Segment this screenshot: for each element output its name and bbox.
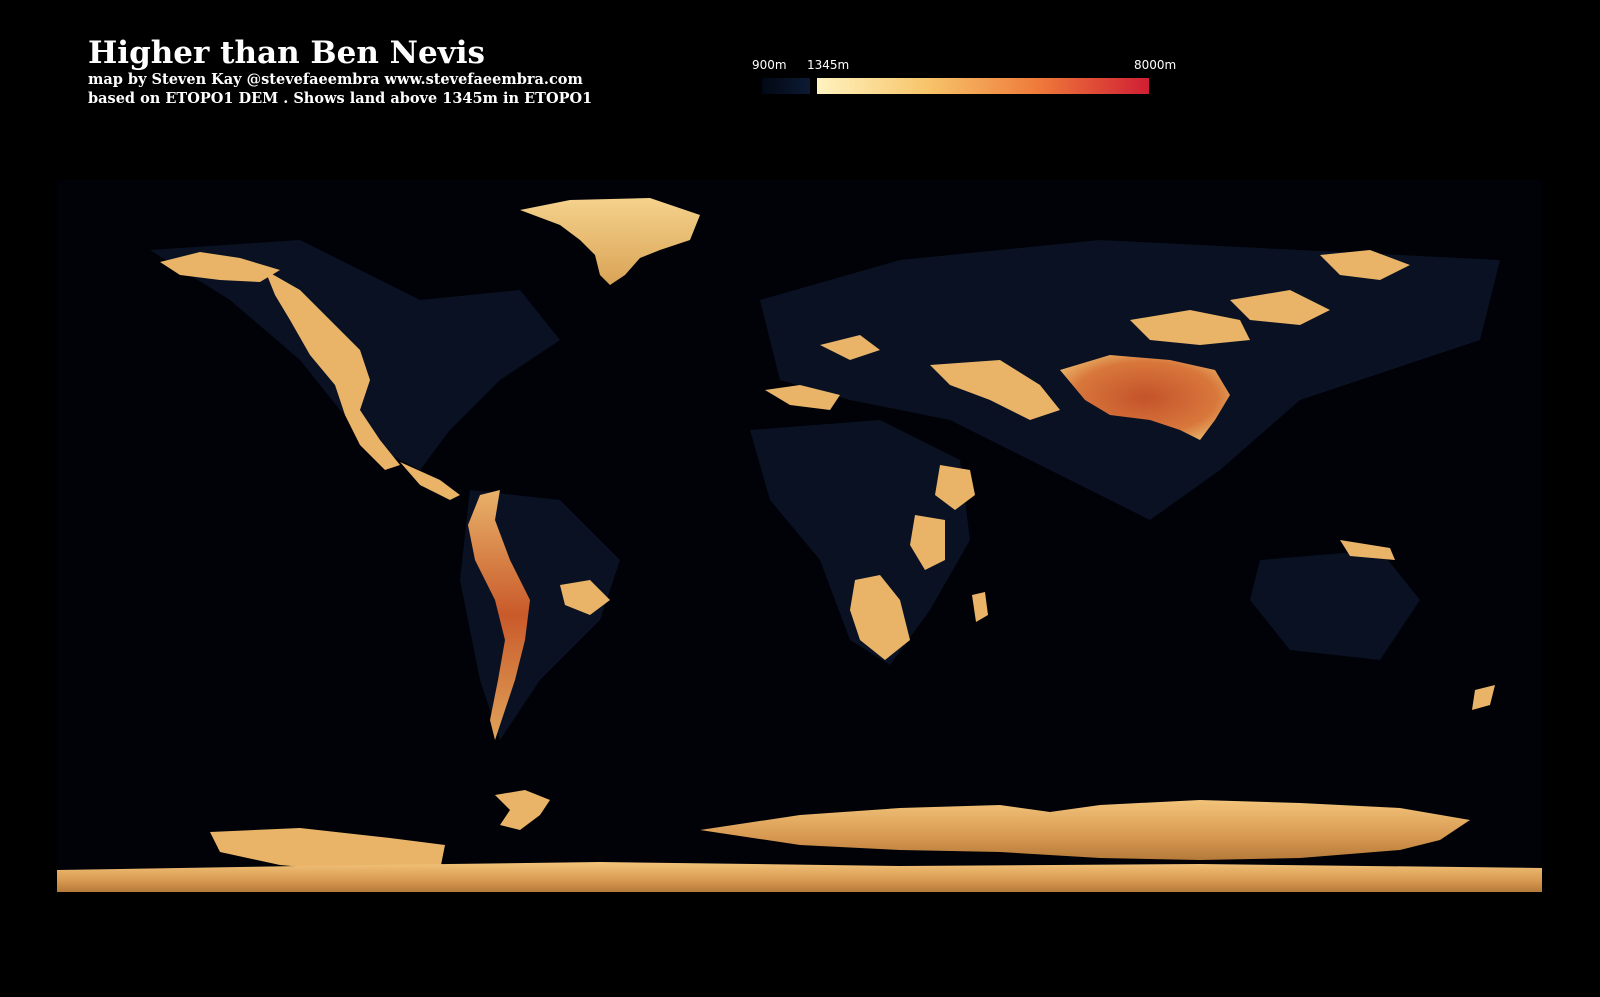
world-elevation-map [57, 180, 1542, 892]
antarctic-base-strip [57, 862, 1542, 892]
